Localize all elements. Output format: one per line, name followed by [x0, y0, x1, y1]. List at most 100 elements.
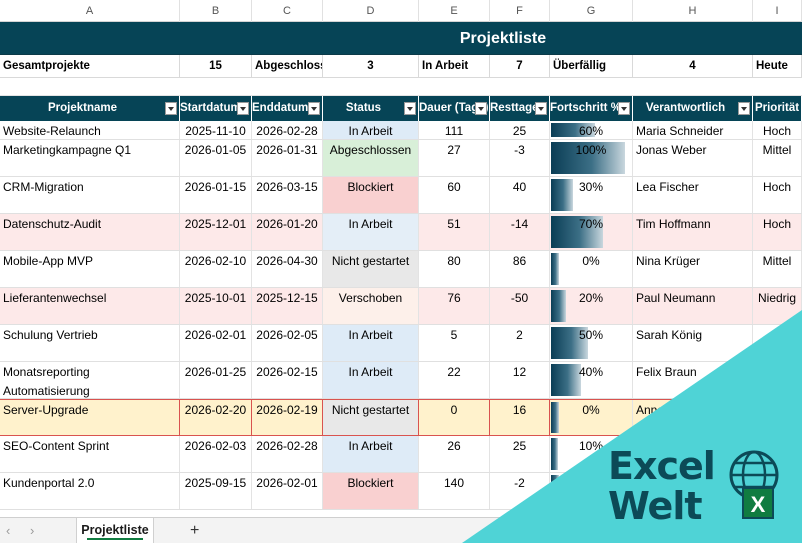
summary-inwork-label[interactable]: In Arbeit — [419, 55, 490, 78]
cell-enddatum[interactable]: 2026-02-19 — [252, 400, 323, 435]
cell-projektname[interactable]: Lieferantenwechsel — [0, 288, 180, 324]
filter-dropdown-icon[interactable] — [165, 102, 177, 115]
cell-enddatum[interactable]: 2026-02-05 — [252, 325, 323, 361]
cell-resttage[interactable]: 86 — [490, 251, 550, 287]
cell-startdatum[interactable]: 2026-01-15 — [180, 177, 252, 213]
cell-verantwortlich[interactable]: Nina Krüger — [633, 251, 753, 287]
cell-startdatum[interactable]: 2025-09-15 — [180, 473, 252, 509]
filter-dropdown-icon[interactable] — [308, 102, 320, 115]
sheet-tab-projektliste[interactable]: Projektliste — [76, 518, 154, 543]
cell-enddatum[interactable]: 2025-12-15 — [252, 288, 323, 324]
cell-projektname[interactable]: CRM-Migration — [0, 177, 180, 213]
cell-status[interactable]: In Arbeit — [323, 214, 419, 250]
cell-prioritaet[interactable]: Hoch — [753, 177, 802, 213]
cell-status[interactable]: In Arbeit — [323, 362, 419, 398]
cell-status[interactable]: In Arbeit — [323, 436, 419, 472]
cell-enddatum[interactable]: 2026-01-20 — [252, 214, 323, 250]
column-header-e[interactable]: E — [419, 0, 490, 22]
header-status[interactable]: Status — [323, 96, 419, 121]
cell-projektname[interactable]: Schulung Vertrieb — [0, 325, 180, 361]
cell-enddatum[interactable]: 2026-03-15 — [252, 177, 323, 213]
header-prioritaet[interactable]: Priorität — [753, 96, 802, 121]
cell-fortschritt[interactable]: 0% — [550, 251, 633, 287]
summary-total-value[interactable]: 15 — [180, 55, 252, 78]
cell-dauer[interactable]: 27 — [419, 140, 490, 176]
cell-startdatum[interactable]: 2026-02-01 — [180, 325, 252, 361]
cell-status[interactable]: Verschoben — [323, 288, 419, 324]
cell-projektname[interactable]: Mobile-App MVP — [0, 251, 180, 287]
cell-startdatum[interactable]: 2026-02-20 — [180, 400, 252, 435]
cell-projektname[interactable]: Server-Upgrade — [0, 400, 180, 435]
summary-overdue-label[interactable]: Überfällig — [550, 55, 633, 78]
cell-status[interactable]: Nicht gestartet — [323, 251, 419, 287]
cell-status[interactable]: In Arbeit — [323, 325, 419, 361]
table-row[interactable]: Mobile-App MVP 2026-02-10 2026-04-30 Nicht … — [0, 251, 802, 288]
summary-done-label[interactable]: Abgeschlosse — [252, 55, 323, 78]
cell-startdatum[interactable]: 2025-11-10 — [180, 121, 252, 139]
cell-prioritaet[interactable]: Hoch — [753, 214, 802, 250]
table-row[interactable]: Website-Relaunch 2025-11-10 2026-02-28 In A… — [0, 121, 802, 140]
cell-projektname[interactable]: Datenschutz-Audit — [0, 214, 180, 250]
cell-verantwortlich[interactable]: Maria Schneider — [633, 121, 753, 139]
column-header-h[interactable]: H — [633, 0, 753, 22]
cell-status[interactable]: Blockiert — [323, 177, 419, 213]
column-header-d[interactable]: D — [323, 0, 419, 22]
summary-inwork-value[interactable]: 7 — [490, 55, 550, 78]
summary-total-label[interactable]: Gesamtprojekte — [0, 55, 180, 78]
cell-enddatum[interactable]: 2026-02-28 — [252, 436, 323, 472]
filter-dropdown-icon[interactable] — [404, 102, 416, 115]
header-resttage[interactable]: Resttage — [490, 96, 550, 121]
cell-fortschritt[interactable]: 30% — [550, 177, 633, 213]
header-enddatum[interactable]: Enddatum — [252, 96, 323, 121]
cell-fortschritt[interactable]: 70% — [550, 214, 633, 250]
cell-fortschritt[interactable]: 60% — [550, 121, 633, 139]
cell-resttage[interactable]: -3 — [490, 140, 550, 176]
header-startdatum[interactable]: Startdatum — [180, 96, 252, 121]
summary-overdue-value[interactable]: 4 — [633, 55, 753, 78]
cell-prioritaet[interactable]: Mittel — [753, 140, 802, 176]
cell-enddatum[interactable]: 2026-02-01 — [252, 473, 323, 509]
sheet-title[interactable]: Projektliste — [420, 22, 586, 55]
cell-resttage[interactable]: 40 — [490, 177, 550, 213]
cell-status[interactable]: Abgeschlossen — [323, 140, 419, 176]
column-header-c[interactable]: C — [252, 0, 323, 22]
cell-verantwortlich[interactable]: Lea Fischer — [633, 177, 753, 213]
column-header-i[interactable]: I — [753, 0, 802, 22]
cell-projektname[interactable]: Kundenportal 2.0 — [0, 473, 180, 509]
cell-startdatum[interactable]: 2026-01-05 — [180, 140, 252, 176]
next-sheet-icon[interactable]: › — [30, 518, 34, 543]
cell-verantwortlich[interactable]: Jonas Weber — [633, 140, 753, 176]
cell-enddatum[interactable]: 2026-02-28 — [252, 121, 323, 139]
table-row[interactable]: Marketingkampagne Q1 2026-01-05 2026-01-31… — [0, 140, 802, 177]
cell-resttage[interactable]: 25 — [490, 121, 550, 139]
cell-startdatum[interactable]: 2025-10-01 — [180, 288, 252, 324]
filter-dropdown-icon[interactable] — [475, 102, 487, 115]
cell-startdatum[interactable]: 2026-02-10 — [180, 251, 252, 287]
cell-resttage[interactable]: -14 — [490, 214, 550, 250]
column-header-b[interactable]: B — [180, 0, 252, 22]
summary-done-value[interactable]: 3 — [323, 55, 419, 78]
cell-status[interactable]: In Arbeit — [323, 121, 419, 139]
cell-dauer[interactable]: 80 — [419, 251, 490, 287]
cell-enddatum[interactable]: 2026-01-31 — [252, 140, 323, 176]
cell-prioritaet[interactable]: Hoch — [753, 121, 802, 139]
cell-enddatum[interactable]: 2026-02-15 — [252, 362, 323, 398]
prev-sheet-icon[interactable]: ‹ — [6, 518, 10, 543]
header-verantwortlich[interactable]: Verantwortlich — [633, 96, 753, 121]
cell-startdatum[interactable]: 2026-02-03 — [180, 436, 252, 472]
cell-status[interactable]: Nicht gestartet — [323, 400, 419, 435]
column-header-a[interactable]: A — [0, 0, 180, 22]
cell-prioritaet[interactable]: Mittel — [753, 251, 802, 287]
filter-dropdown-icon[interactable] — [535, 102, 547, 115]
header-fortschritt[interactable]: Fortschritt % — [550, 96, 633, 121]
cell-verantwortlich[interactable]: Tim Hoffmann — [633, 214, 753, 250]
table-row[interactable]: Datenschutz-Audit 2025-12-01 2026-01-20 In … — [0, 214, 802, 251]
cell-status[interactable]: Blockiert — [323, 473, 419, 509]
cell-projektname[interactable]: Monatsreporting Automatisierung — [0, 362, 180, 398]
cell-startdatum[interactable]: 2026-01-25 — [180, 362, 252, 398]
summary-today-label[interactable]: Heute — [753, 55, 802, 78]
cell-dauer[interactable]: 111 — [419, 121, 490, 139]
cell-projektname[interactable]: Website-Relaunch — [0, 121, 180, 139]
header-dauer[interactable]: Dauer (Tage) — [419, 96, 490, 121]
table-row[interactable]: CRM-Migration 2026-01-15 2026-03-15 Blockie… — [0, 177, 802, 214]
